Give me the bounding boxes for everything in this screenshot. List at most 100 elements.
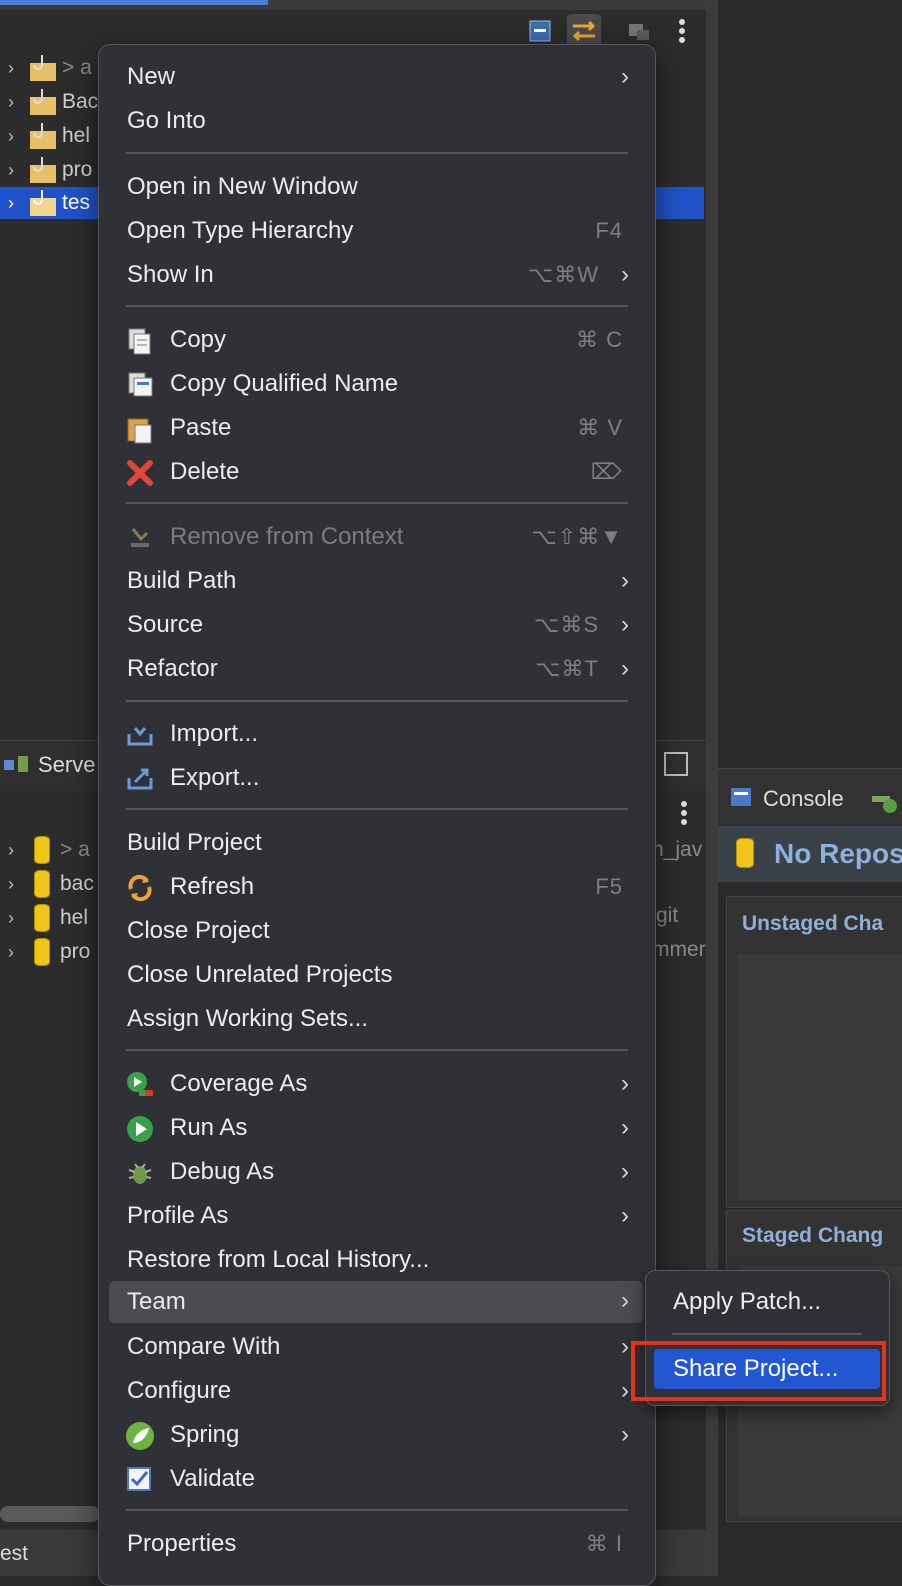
copy-qualified-name-icon [125,370,155,400]
validate-icon [125,1465,155,1495]
servers-tab[interactable]: Serve [38,752,95,778]
expand-chevron-icon[interactable]: › [0,126,22,147]
menu-item-new[interactable]: New › [109,57,643,97]
annotation-highlight-box [631,1341,886,1401]
menu-item-build-project[interactable]: Build Project [109,823,643,863]
context-menu: New › Go Into Open in New Window Open Typ… [98,44,656,1586]
project-folder-icon [26,53,60,83]
console-tab[interactable]: Console [763,786,844,812]
menu-item-import[interactable]: Import... [109,714,643,754]
servers-item-label: bac [60,872,94,895]
project-folder-icon [26,155,60,185]
tree-row-project[interactable]: › hel [0,120,100,152]
menu-item-open-in-new-window[interactable]: Open in New Window [109,167,643,207]
menu-item-coverage-as[interactable]: Coverage As › [109,1064,643,1104]
maximize-icon[interactable] [664,752,688,776]
tree-item-label: pro [62,158,93,181]
copy-icon [125,326,155,356]
shortcut-label: ⌦ [590,459,623,484]
unstaged-changes-label: Unstaged Cha [742,912,884,935]
menu-item-source[interactable]: Source ⌥⌘S › [109,605,643,645]
menu-item-copy[interactable]: Copy ⌘ C [109,320,643,360]
menu-item-close-project[interactable]: Close Project [109,911,643,951]
menu-item-go-into[interactable]: Go Into [109,101,643,141]
filter-icon[interactable] [625,18,651,44]
servers-row[interactable]: › > a [0,834,100,866]
menu-item-configure[interactable]: Configure › [109,1371,643,1411]
expand-chevron-icon[interactable]: › [0,193,22,214]
menu-item-label: Source [127,611,204,638]
menu-item-paste[interactable]: Paste ⌘ V [109,408,643,448]
menu-item-assign-working-sets[interactable]: Assign Working Sets... [109,999,643,1039]
menu-item-delete[interactable]: Delete ⌦ [109,452,643,492]
menu-item-label: Compare With [127,1333,281,1360]
coverage-icon [125,1070,155,1100]
submenu-arrow-icon: › [621,63,629,90]
submenu-arrow-icon: › [621,1287,629,1314]
expand-chevron-icon[interactable]: › [0,58,22,79]
expand-chevron-icon[interactable]: › [0,908,22,929]
menu-item-build-path[interactable]: Build Path › [109,561,643,601]
menu-item-copy-qualified-name[interactable]: Copy Qualified Name [109,364,643,404]
servers-row[interactable]: › bac [0,868,100,900]
menu-item-profile-as[interactable]: Profile As › [109,1196,643,1236]
repository-icon [34,938,50,966]
tree-row-project-selected[interactable]: › tes [0,187,100,219]
menu-item-restore-from-local-history[interactable]: Restore from Local History... [109,1240,643,1280]
servers-row[interactable]: › pro [0,936,100,968]
view-menu-icon[interactable] [672,796,696,830]
submenu-arrow-icon: › [621,1421,629,1448]
background-text: n_jav [652,838,703,861]
expand-chevron-icon[interactable]: › [0,840,22,861]
menu-item-label: Export... [170,764,260,791]
menu-item-label: Import... [170,720,259,747]
servers-row[interactable]: › hel [0,902,100,934]
menu-item-label: Restore from Local History... [127,1246,430,1273]
expand-chevron-icon[interactable]: › [0,92,22,113]
collapse-all-icon[interactable] [527,18,553,44]
menu-item-label: Configure [127,1377,232,1404]
menu-item-open-type-hierarchy[interactable]: Open Type Hierarchy F4 [109,211,643,251]
expand-chevron-icon[interactable]: › [0,942,22,963]
menu-item-validate[interactable]: Validate [109,1459,643,1499]
menu-separator [672,1333,862,1335]
link-with-editor-icon[interactable] [567,14,601,48]
expand-chevron-icon[interactable]: › [0,874,22,895]
menu-item-properties[interactable]: Properties ⌘ I [109,1524,643,1564]
menu-item-team[interactable]: Team › [109,1281,643,1323]
menu-item-label: Debug As [170,1158,275,1185]
menu-item-export[interactable]: Export... [109,758,643,798]
horizontal-scrollbar[interactable] [0,1506,100,1522]
menu-item-show-in[interactable]: Show In ⌥⌘W › [109,255,643,295]
menu-item-compare-with[interactable]: Compare With › [109,1327,643,1367]
unstaged-list[interactable] [738,954,902,1200]
tab-strip [0,0,706,10]
shortcut-label: ⌥⇧⌘▼ [531,524,623,549]
tree-row-project[interactable]: › > a [0,52,100,84]
view-menu-icon[interactable] [670,14,694,48]
menu-item-label: Remove from Context [170,523,404,550]
expand-chevron-icon[interactable]: › [0,160,22,181]
submenu-arrow-icon: › [621,1202,629,1229]
background-text: git [656,904,679,927]
submenu-arrow-icon: › [621,1158,629,1185]
menu-item-close-unrelated-projects[interactable]: Close Unrelated Projects [109,955,643,995]
submenu-arrow-icon: › [621,1333,629,1360]
menu-item-run-as[interactable]: Run As › [109,1108,643,1148]
tree-item-label: hel [62,124,91,147]
menu-item-refactor[interactable]: Refactor ⌥⌘T › [109,649,643,689]
shortcut-label: F4 [595,218,623,243]
menu-item-debug-as[interactable]: Debug As › [109,1152,643,1192]
menu-item-spring[interactable]: Spring › [109,1415,643,1455]
menu-item-label: Properties [127,1530,237,1557]
tree-row-project[interactable]: › pro [0,154,100,186]
menu-item-label: Build Path [127,567,237,594]
menu-item-refresh[interactable]: Refresh F5 [109,867,643,907]
menu-item-label: Validate [170,1465,255,1492]
add-icon[interactable] [870,790,902,814]
spring-icon [125,1421,155,1451]
menu-item-label: Refactor [127,655,218,682]
no-repository-title: No Repos [774,838,902,869]
tree-row-project[interactable]: › Bac [0,86,100,118]
submenu-item-apply-patch[interactable]: Apply Patch... [654,1282,880,1322]
